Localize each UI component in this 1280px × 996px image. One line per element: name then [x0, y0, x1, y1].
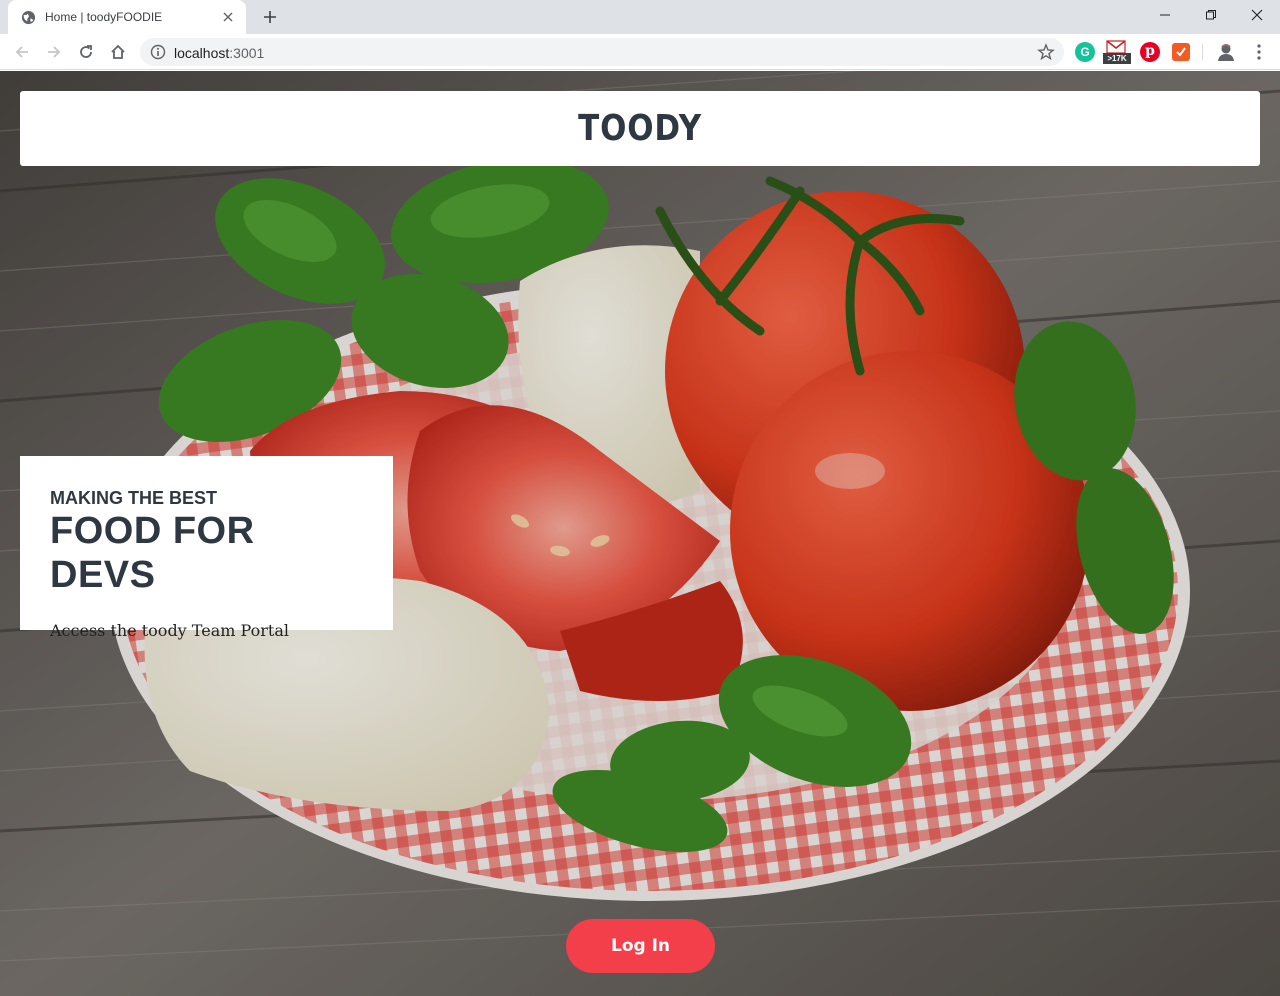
hero-title: FOOD FOR DEVS — [50, 510, 255, 596]
address-bar[interactable]: localhost:3001 — [140, 38, 1064, 66]
star-icon[interactable] — [1037, 43, 1055, 61]
kebab-menu-icon — [1257, 44, 1261, 60]
hero-kicker: MAKING THE BEST — [50, 488, 218, 508]
new-tab-button[interactable] — [258, 6, 282, 28]
grammarly-icon[interactable]: G — [1075, 42, 1095, 62]
browser-tab[interactable]: Home | toodyFOODIE — [8, 0, 246, 34]
profile-avatar-icon[interactable] — [1216, 42, 1236, 62]
page-viewport: TOODY MAKING THE BEST FOOD FOR DEVS Acce… — [0, 71, 1280, 996]
menu-button[interactable] — [1245, 38, 1273, 66]
site-logo-text[interactable]: TOODY — [578, 108, 702, 149]
toolbar-divider — [1202, 44, 1203, 60]
reload-button[interactable] — [72, 38, 100, 66]
restore-button[interactable] — [1188, 0, 1234, 30]
info-icon[interactable] — [150, 44, 166, 60]
close-window-button[interactable] — [1234, 0, 1280, 30]
arrow-left-icon — [15, 46, 28, 58]
minimize-button[interactable] — [1142, 0, 1188, 30]
todoist-icon[interactable] — [1172, 43, 1190, 61]
arrow-right-icon — [48, 46, 61, 58]
login-button[interactable]: Log In — [566, 919, 715, 973]
forward-button[interactable] — [40, 38, 68, 66]
site-header: TOODY — [20, 91, 1260, 166]
browser-tabstrip: Home | toodyFOODIE — [0, 0, 1280, 34]
globe-icon — [21, 10, 36, 24]
back-button[interactable] — [8, 38, 36, 66]
home-button[interactable] — [104, 38, 132, 66]
pinterest-icon[interactable]: p — [1140, 42, 1160, 62]
browser-toolbar: localhost:3001 G >17K p — [0, 34, 1280, 70]
hero-subtitle: Access the toody Team Portal — [50, 621, 289, 640]
reload-icon — [80, 45, 92, 58]
tab-title: Home | toodyFOODIE — [45, 10, 163, 24]
url-text: localhost:3001 — [174, 45, 265, 61]
gmail-icon[interactable]: >17K — [1103, 40, 1131, 64]
close-icon[interactable] — [220, 9, 236, 25]
home-icon — [111, 44, 125, 59]
hero-card: MAKING THE BEST FOOD FOR DEVS Access the… — [20, 456, 393, 640]
